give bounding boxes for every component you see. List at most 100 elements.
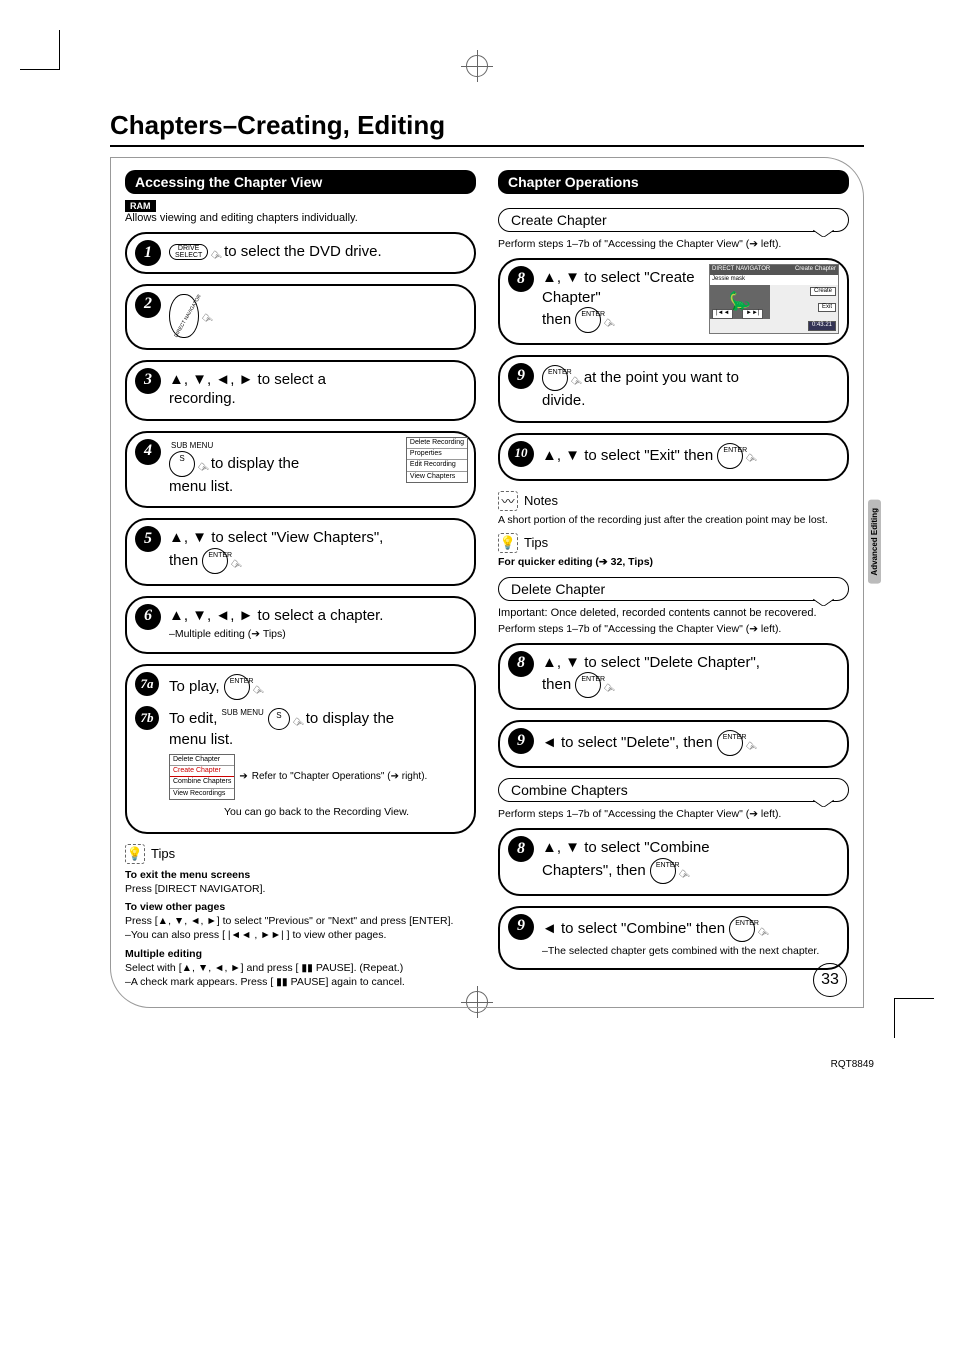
lightbulb-icon: 💡: [125, 844, 145, 864]
op-pill-create: Create Chapter: [498, 208, 849, 232]
intro-line: RAM Allows viewing and editing chapters …: [125, 200, 476, 224]
delete-important: Important: Once deleted, recorded conten…: [498, 607, 849, 619]
shot-next-button[interactable]: ►►|: [742, 309, 763, 319]
arrow-right-icon: ➔: [239, 770, 247, 783]
tips-title-right: Tips: [524, 535, 548, 550]
menu-item[interactable]: Delete Recording: [407, 438, 467, 449]
combine-lead: Perform steps 1–7b of "Accessing the Cha…: [498, 808, 849, 820]
enter-button[interactable]: ENTER: [224, 674, 250, 700]
step-6-subnote: –Multiple editing (➔ Tips): [169, 628, 464, 642]
menu-item[interactable]: Delete Chapter: [170, 755, 234, 766]
direct-navigator-button[interactable]: [169, 294, 199, 338]
tips-quicker: For quicker editing (➔ 32, Tips): [498, 556, 653, 568]
step-6: 6 ▲, ▼, ◄, ► to select a chapter. –Multi…: [125, 596, 476, 654]
step-4-text-a: to display the: [211, 455, 299, 472]
step-number-3: 3: [135, 368, 161, 394]
step-7b-back-note: You can go back to the Recording View.: [169, 806, 464, 820]
lightbulb-icon: 💡: [498, 533, 518, 553]
step-number-7a: 7a: [135, 672, 159, 696]
combine-s9: ◄ to select "Combine" then: [542, 920, 729, 937]
right-column: Chapter Operations Create Chapter Perfor…: [498, 170, 849, 989]
enter-button[interactable]: ENTER: [575, 672, 601, 698]
menu-item[interactable]: Create Chapter: [170, 766, 234, 777]
enter-button[interactable]: ENTER: [650, 858, 676, 884]
sub-menu-button[interactable]: S: [169, 451, 195, 477]
notes-heading: 〰 Notes: [498, 491, 849, 511]
press-icon: ☞: [288, 713, 308, 733]
menu-item[interactable]: Combine Chapters: [170, 777, 234, 788]
step-7b-text-c: menu list.: [169, 731, 233, 748]
enter-button[interactable]: ENTER: [729, 916, 755, 942]
section-header-operations: Chapter Operations: [498, 170, 849, 194]
left-column: Accessing the Chapter View RAM Allows vi…: [125, 170, 476, 989]
step-4-text-b: menu list.: [169, 478, 233, 495]
enter-button[interactable]: ENTER: [717, 443, 743, 469]
drive-select-button[interactable]: DRIVESELECT: [169, 244, 208, 260]
step-1: 1 DRIVESELECT☞ to select the DVD drive.: [125, 232, 476, 274]
menu-item[interactable]: Edit Recording: [407, 460, 467, 471]
create-step-9: 9 ENTER☞ at the point you want to divide…: [498, 355, 849, 423]
step-7b-menu: Delete Chapter Create Chapter Combine Ch…: [169, 754, 235, 801]
page-number: 33: [813, 963, 847, 997]
menu-item[interactable]: Properties: [407, 449, 467, 460]
tips-exit-t: Press [DIRECT NAVIGATOR].: [125, 883, 265, 895]
delete-lead: Perform steps 1–7b of "Accessing the Cha…: [498, 623, 849, 635]
step-number-6: 6: [135, 604, 161, 630]
combine-s9-sub: –The selected chapter gets combined with…: [542, 945, 837, 959]
step-number-4: 4: [135, 439, 161, 465]
content-frame: Advanced Editing Accessing the Chapter V…: [110, 157, 864, 1008]
step-number-10: 10: [508, 441, 534, 467]
step-4-menu: Delete Recording Properties Edit Recordi…: [406, 437, 468, 484]
combine-step-9: 9 ◄ to select "Combine" then ENTER☞ –The…: [498, 906, 849, 971]
step-number-8: 8: [508, 651, 534, 677]
op-pill-combine: Combine Chapters: [498, 778, 849, 802]
press-icon: ☞: [193, 458, 213, 478]
step-number-7b: 7b: [135, 706, 159, 730]
shot-sub: Jessie mask: [710, 275, 838, 285]
step-3-line1: ▲, ▼, ◄, ► to select a: [169, 371, 326, 388]
navigator-screenshot: DIRECT NAVIGATORCreate Chapter Jessie ma…: [709, 264, 839, 334]
step-7: 7a To play, ENTER☞ 7b To edit, SUB MENU …: [125, 664, 476, 834]
step-number-8: 8: [508, 836, 534, 862]
press-icon: ☞: [197, 310, 217, 330]
shot-time: 0:43.21: [808, 321, 836, 331]
enter-button[interactable]: ENTER: [542, 365, 568, 391]
step-7b-text-b: to display the: [306, 710, 394, 727]
create-s8a: ▲, ▼ to select "Create Chapter": [542, 269, 695, 306]
enter-button[interactable]: ENTER: [575, 307, 601, 333]
footer-code: RQT8849: [831, 1059, 874, 1070]
press-icon: ☞: [206, 246, 226, 266]
step-2: 2 ☞: [125, 284, 476, 350]
create-s9a: at the point you want to: [584, 369, 739, 386]
sub-menu-button[interactable]: S: [268, 708, 290, 730]
step-number-9: 9: [508, 363, 534, 389]
sub-menu-label: SUB MENU: [222, 708, 264, 718]
tips-pages-h: To view other pages: [125, 900, 476, 914]
delete-step-8: 8 ▲, ▼ to select "Delete Chapter", then …: [498, 643, 849, 711]
step-number-1: 1: [135, 240, 161, 266]
step-1-text: to select the DVD drive.: [224, 243, 382, 260]
delete-s8b: then: [542, 676, 575, 693]
step-number-8: 8: [508, 266, 534, 292]
ram-badge: RAM: [125, 200, 156, 212]
tips-title: Tips: [151, 846, 175, 861]
create-lead: Perform steps 1–7b of "Accessing the Cha…: [498, 238, 849, 250]
tips-multi-h: Multiple editing: [125, 947, 476, 961]
create-step-8: 8 ▲, ▼ to select "Create Chapter" then E…: [498, 258, 849, 345]
tips-block: To exit the menu screens Press [DIRECT N…: [125, 868, 476, 989]
create-step-10: 10 ▲, ▼ to select "Exit" then ENTER☞: [498, 433, 849, 481]
menu-item[interactable]: View Recordings: [170, 789, 234, 799]
enter-button[interactable]: ENTER: [717, 730, 743, 756]
shot-create-button[interactable]: Create: [810, 287, 836, 297]
shot-prev-button[interactable]: |◄◄: [712, 309, 733, 319]
shot-hdr-l: DIRECT NAVIGATOR: [712, 266, 770, 274]
tips-multi-t2: –A check mark appears. Press [ ▮▮ PAUSE]…: [125, 976, 405, 988]
shot-exit-button[interactable]: Exit: [818, 303, 836, 313]
delete-s8a: ▲, ▼ to select "Delete Chapter",: [542, 654, 760, 671]
enter-button[interactable]: ENTER: [202, 548, 228, 574]
tips-text-right: For quicker editing (➔ 32, Tips): [498, 555, 849, 569]
step-5-then: then: [169, 552, 202, 569]
delete-s9: ◄ to select "Delete", then: [542, 734, 717, 751]
menu-item[interactable]: View Chapters: [407, 472, 467, 482]
step-7b-text-a: To edit,: [169, 710, 222, 727]
